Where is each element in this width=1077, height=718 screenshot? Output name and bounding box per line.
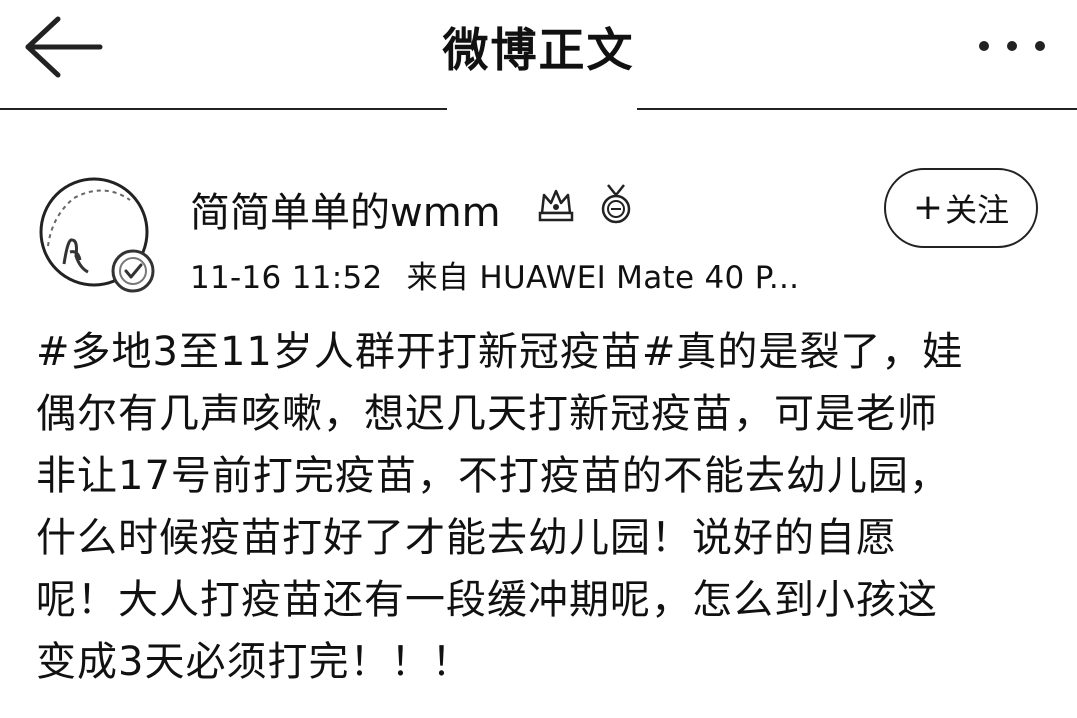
post-text-line: 变成3天必须打完！！！ [36,639,473,685]
top-navigation-bar: 微博正文 [0,0,1077,110]
post-meta: 11-16 11:52 来自 HUAWEI Mate 40 P... [190,252,799,297]
post-text-line: #多地3至11岁人群开打新冠疫苗#真的是裂了，娃 [36,329,964,375]
post-text-line: 偶尔有几声咳嗽，想迟几天打新冠疫苗，可是老师 [36,391,938,437]
username[interactable]: 简简单单的wmm [190,180,501,238]
header-divider-left [0,108,447,110]
page-title: 微博正文 [442,23,635,77]
crown-badge-icon [538,189,574,222]
medal-badge[interactable] [596,183,636,225]
follow-label: 关注 [945,191,1010,229]
post-time: 11-16 11:52 [190,260,383,296]
post-text-line: 非让17号前打完疫苗，不打疫苗的不能去幼儿园， [36,453,950,499]
header-divider-right [637,108,1077,110]
post-text-line: 呢！大人打疫苗还有一段缓冲期呢，怎么到小孩这 [36,577,938,623]
post-text-line: 什么时候疫苗打好了才能去幼儿园！说好的自愿 [36,515,897,561]
plus-icon: + [912,187,944,228]
verified-badge [110,248,156,294]
post-text: #多地3至11岁人群开打新冠疫苗#真的是裂了，娃 偶尔有几声咳嗽，想迟几天打新冠… [36,321,1051,693]
more-dots-icon [979,41,1045,51]
medal-badge-icon [601,184,631,224]
verified-check-icon [111,249,155,293]
more-options-button[interactable] [972,28,1056,64]
post-source[interactable]: 来自 HUAWEI Mate 40 P... [407,260,800,296]
follow-button[interactable]: + 关注 [884,168,1038,248]
crown-badge[interactable] [536,183,576,225]
